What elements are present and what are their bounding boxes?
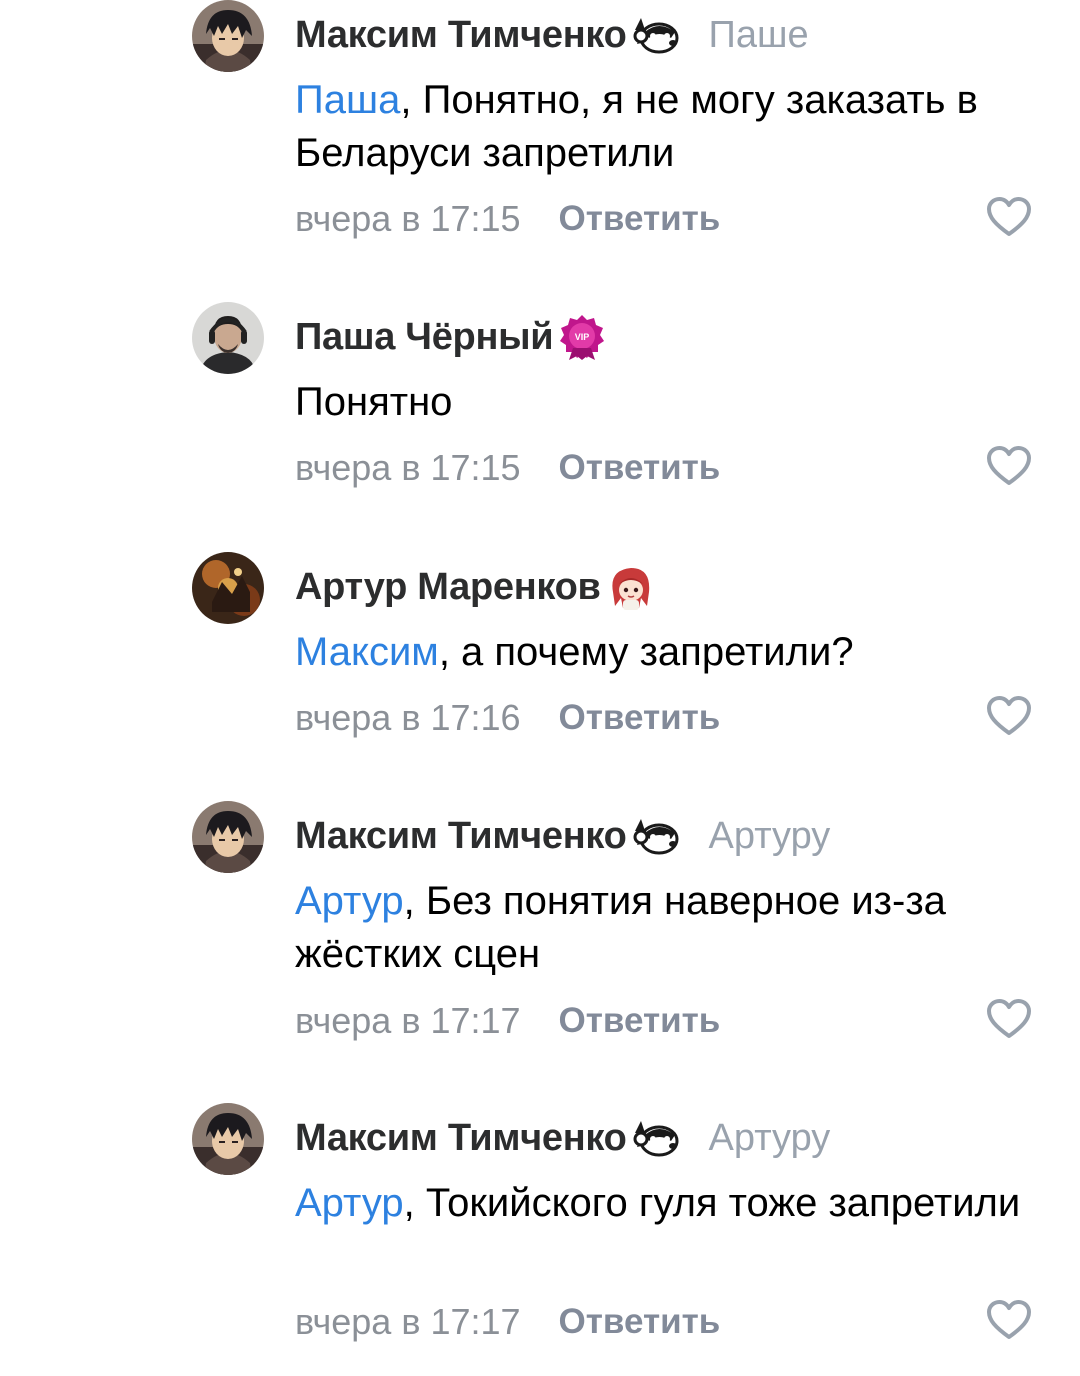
comment-time: вчера в 17:16	[295, 697, 521, 738]
comment-text: Максим, а почему запретили?	[295, 626, 1055, 679]
comment-meta: вчера в 17:17 Ответить	[295, 1297, 720, 1347]
author-name[interactable]: Максим Тимченко	[295, 815, 627, 858]
mention-link[interactable]: Артур	[295, 1181, 404, 1225]
avatar[interactable]	[192, 0, 264, 72]
anime-girl-sticker-icon	[605, 562, 655, 612]
comment-body: Понятно	[295, 380, 453, 424]
reply-to-label: Артуру	[708, 1116, 831, 1159]
comment-time: вчера в 17:17	[295, 1301, 521, 1342]
avatar-image	[192, 0, 264, 72]
mention-link[interactable]: Максим	[295, 630, 439, 674]
like-heart-icon[interactable]	[986, 196, 1032, 238]
avatar-image	[192, 302, 264, 374]
reply-button[interactable]: Ответить	[559, 1001, 721, 1041]
comment-time: вчера в 17:15	[295, 198, 521, 239]
raccoon-ok-sticker-icon	[631, 811, 681, 861]
raccoon-ok-sticker-icon	[631, 1113, 681, 1163]
comment-time: вчера в 17:17	[295, 1000, 521, 1041]
comment-meta: вчера в 17:15 Ответить	[295, 443, 720, 493]
comment-meta: вчера в 17:16 Ответить	[295, 693, 720, 743]
author-name[interactable]: Артур Маренков	[295, 566, 601, 609]
avatar[interactable]	[192, 552, 264, 624]
mention-link[interactable]: Паша	[295, 78, 400, 122]
comment-meta: вчера в 17:17 Ответить	[295, 996, 720, 1046]
reply-button[interactable]: Ответить	[559, 1302, 721, 1342]
avatar[interactable]	[192, 1103, 264, 1175]
avatar-image	[192, 801, 264, 873]
comment-time: вчера в 17:15	[295, 447, 521, 488]
reply-to-label: Артуру	[708, 814, 831, 857]
comment-body: , Токийского гуля тоже запретили	[403, 1181, 1021, 1225]
comment-meta: вчера в 17:15 Ответить	[295, 194, 720, 244]
comment-text: Паша, Понятно, я не могу заказать в Бела…	[295, 74, 1055, 180]
avatar-image	[192, 552, 264, 624]
mention-link[interactable]: Артур	[295, 879, 404, 923]
comment-text: Артур, Токийского гуля тоже запретили	[295, 1177, 1055, 1230]
comment-body: , а почему запретили?	[438, 630, 854, 674]
comment-header: Паша Чёрный	[295, 312, 607, 362]
reply-button[interactable]: Ответить	[559, 698, 721, 738]
comment-text: Артур, Без понятия наверное из-за жёстки…	[295, 875, 1055, 981]
vip-badge-icon	[557, 312, 607, 362]
reply-button[interactable]: Ответить	[559, 448, 721, 488]
comment-header: Максим Тимченко Паше	[295, 10, 809, 60]
avatar-image	[192, 1103, 264, 1175]
raccoon-ok-sticker-icon	[631, 10, 681, 60]
like-heart-icon[interactable]	[986, 998, 1032, 1040]
author-name[interactable]: Максим Тимченко	[295, 14, 627, 57]
reply-button[interactable]: Ответить	[559, 199, 721, 239]
author-name[interactable]: Максим Тимченко	[295, 1117, 627, 1160]
avatar[interactable]	[192, 302, 264, 374]
like-heart-icon[interactable]	[986, 1299, 1032, 1341]
avatar[interactable]	[192, 801, 264, 873]
author-name[interactable]: Паша Чёрный	[295, 316, 554, 359]
like-heart-icon[interactable]	[986, 445, 1032, 487]
reply-to-label: Паше	[708, 13, 809, 56]
like-heart-icon[interactable]	[986, 695, 1032, 737]
comment-text: Понятно	[295, 376, 1055, 429]
comment-header: Артур Маренков	[295, 562, 655, 612]
comment-header: Максим Тимченко Артуру	[295, 1113, 830, 1163]
comment-header: Максим Тимченко Артуру	[295, 811, 830, 861]
